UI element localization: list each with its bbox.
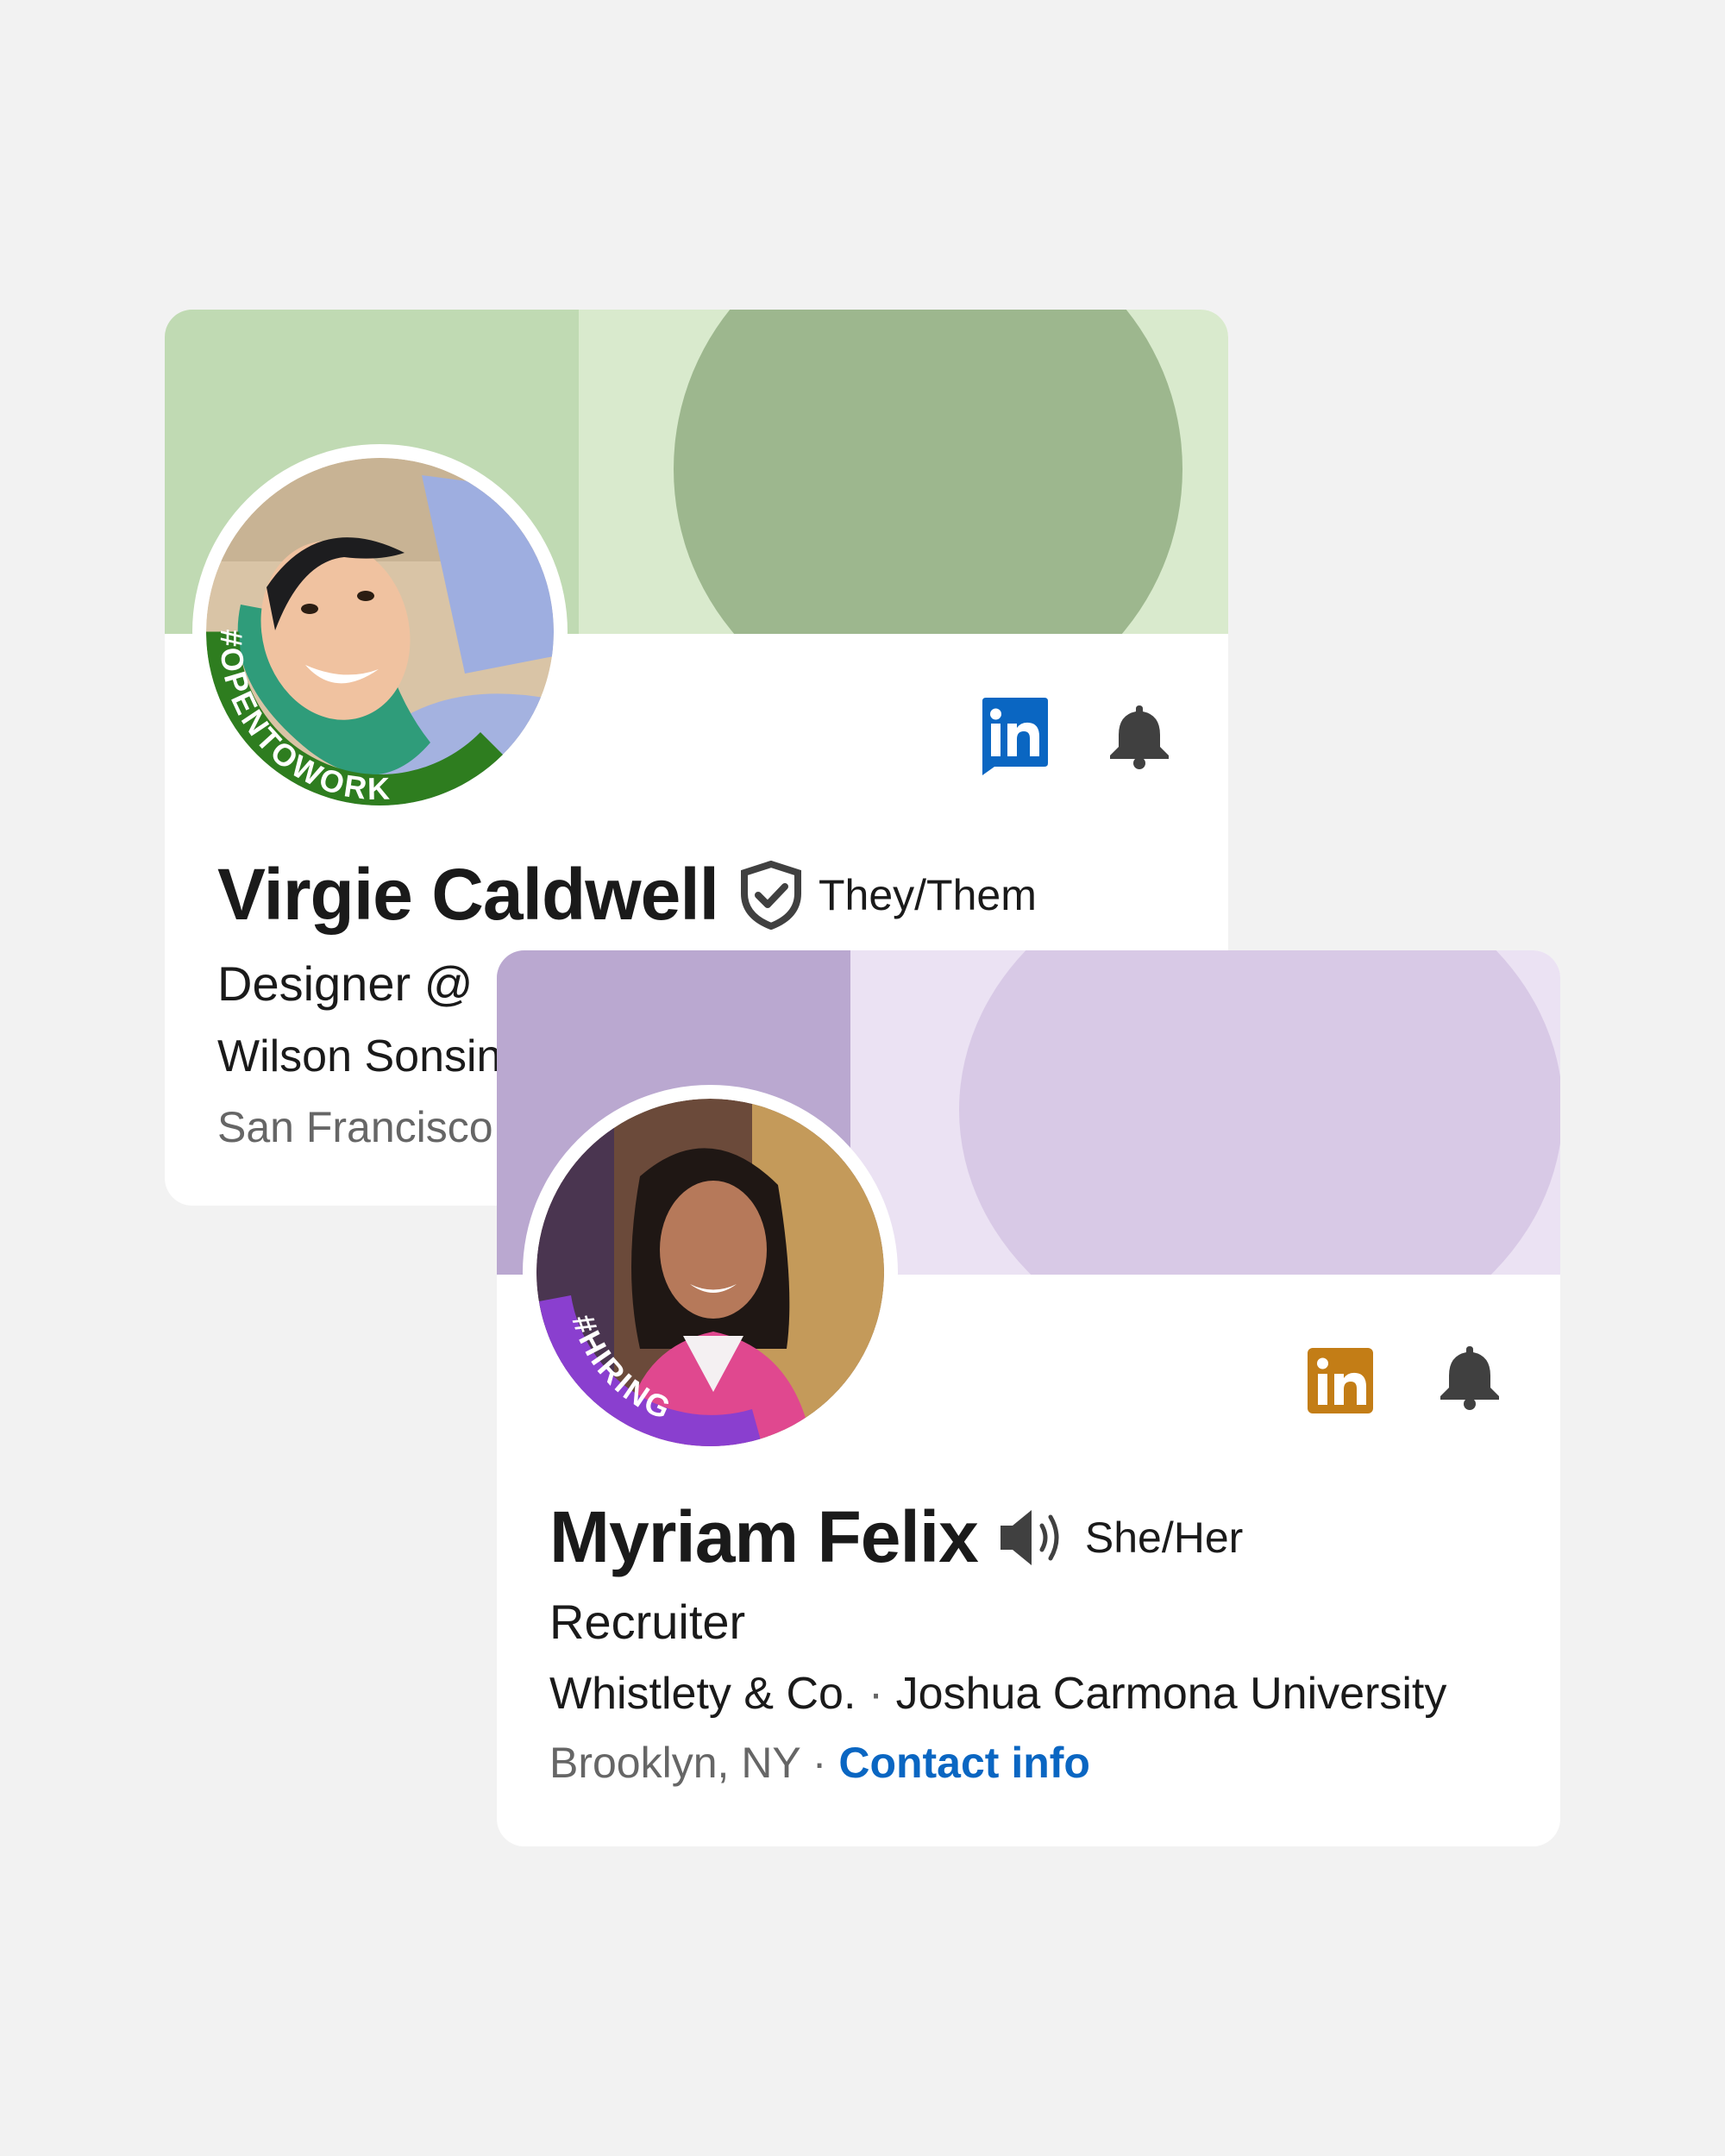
profile-photo[interactable]: #HIRING — [523, 1085, 898, 1460]
hiring-ring — [539, 1295, 761, 1446]
speaker-pronunciation-icon[interactable] — [997, 1505, 1070, 1570]
bell-icon-glyph — [1440, 1346, 1499, 1410]
profile-card-myriam: #HIRING Myriam Felix She/Her Recruiter W… — [497, 950, 1560, 1846]
verified-shield-icon[interactable] — [739, 860, 803, 930]
banner-circle — [959, 950, 1560, 1275]
profile-location-row: Brooklyn, NY · Contact info — [549, 1738, 1090, 1788]
profile-name: Virgie Caldwell — [217, 854, 719, 935]
hiring-frame: #HIRING — [539, 1295, 761, 1446]
opentowork-frame: #OPENTOWORK — [206, 629, 504, 805]
separator-dot: · — [812, 1739, 827, 1787]
pronouns: She/Her — [1084, 1513, 1244, 1562]
banner-circle — [674, 310, 1182, 634]
pronouns: They/Them — [819, 870, 1037, 919]
profile-location: Brooklyn, NY — [549, 1739, 800, 1787]
profile-photo[interactable]: #OPENTOWORK — [192, 444, 568, 819]
profile-headline: Recruiter — [549, 1595, 746, 1649]
profile-experience: Whistlety & Co. · Joshua Carmona Univers… — [549, 1668, 1446, 1720]
avatar: #OPENTOWORK — [206, 458, 554, 805]
profile-name-row: Virgie Caldwell They/Them — [217, 853, 1037, 937]
linkedin-icon-glyph — [982, 698, 1048, 775]
profile-company: Wilson Sonsin — [217, 1031, 502, 1081]
profile-location: San Francisco — [217, 1103, 493, 1151]
linkedin-icon[interactable] — [1302, 1342, 1379, 1420]
profile-name-row: Myriam Felix She/Her — [549, 1495, 1243, 1579]
notification-bell-icon[interactable] — [1101, 698, 1178, 775]
notification-bell-icon[interactable] — [1431, 1338, 1509, 1416]
frame-label: #OPENTOWORK — [213, 629, 392, 805]
profile-headline: Designer @ — [217, 956, 474, 1011]
profile-company: Whistlety & Co. — [549, 1669, 856, 1719]
avatar: #HIRING — [536, 1099, 884, 1446]
profile-school: Joshua Carmona University — [895, 1669, 1447, 1719]
linkedin-icon-glyph — [1308, 1348, 1373, 1413]
separator-dot: · — [868, 1669, 884, 1719]
bell-icon-glyph — [1110, 705, 1169, 769]
linkedin-icon[interactable] — [975, 698, 1052, 775]
contact-info-link[interactable]: Contact info — [838, 1739, 1090, 1787]
profile-name: Myriam Felix — [549, 1496, 979, 1577]
